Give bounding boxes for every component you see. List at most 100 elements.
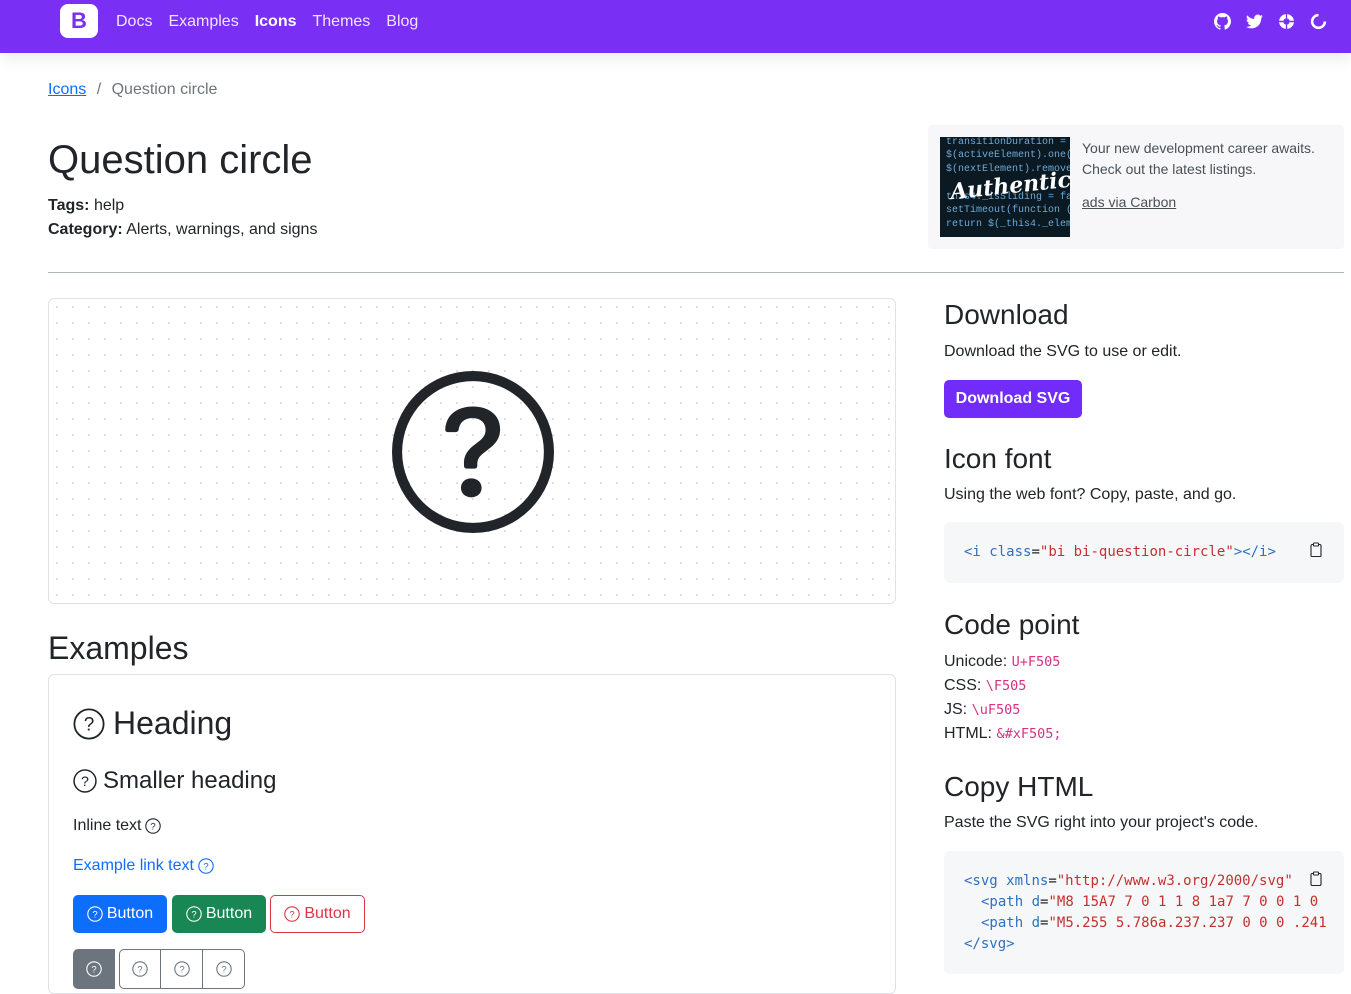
bootstrap-logo[interactable]: B <box>60 4 98 38</box>
copy-html-snippet: <svg xmlns="http://www.w3.org/2000/svg" … <box>944 851 1344 974</box>
example-heading-text: Heading <box>113 705 233 741</box>
copy-html-title: Copy HTML <box>944 771 1094 802</box>
category-value: Alerts, warnings, and signs <box>126 221 318 238</box>
question-circle-icon: ? <box>186 906 202 922</box>
download-svg-button[interactable]: Download SVG <box>944 380 1082 418</box>
ad-code-line: transitionDuration = Uti <box>946 137 1070 148</box>
svg-text:?: ? <box>191 910 196 921</box>
question-circle-icon: ? <box>86 961 102 977</box>
button-group-item[interactable]: ? <box>161 949 203 989</box>
clipboard-icon[interactable] <box>1308 871 1324 887</box>
example-smaller-heading: ? Smaller heading <box>73 767 276 795</box>
clipboard-icon[interactable] <box>1308 542 1324 558</box>
question-circle-icon: ? <box>132 961 148 977</box>
download-desc: Download the SVG to use or edit. <box>944 343 1182 360</box>
code-point-js: JS: \uF505 <box>944 698 1020 722</box>
download-title: Download <box>944 299 1069 330</box>
question-circle-icon: ? <box>145 818 162 834</box>
ad-code-line: $(activeElement).one(Util.TR <box>946 150 1070 161</box>
css-value: \F505 <box>985 678 1027 694</box>
code-tag-close: ></i> <box>1233 544 1276 560</box>
svg-text:?: ? <box>81 774 89 790</box>
svg-text:?: ? <box>290 910 295 921</box>
nav-themes[interactable]: Themes <box>313 12 371 32</box>
code-attr: xmlns <box>1006 873 1049 889</box>
svg-code-line[interactable]: <svg xmlns="http://www.w3.org/2000/svg" <box>964 871 1293 892</box>
svg-text:?: ? <box>221 965 226 976</box>
svg-code-line[interactable]: </svg> <box>964 934 1015 955</box>
nav-blog[interactable]: Blog <box>386 12 418 32</box>
code-eq: = <box>1031 544 1040 560</box>
code-point-unicode: Unicode: U+F505 <box>944 650 1060 674</box>
ad-code-line: setTimeout(function () { <box>946 205 1070 216</box>
unicode-label: Unicode: <box>944 653 1008 670</box>
category-label: Category: <box>48 221 123 238</box>
breadcrumb-current: Question circle <box>111 81 218 98</box>
code-attr: d <box>1031 894 1041 910</box>
primary-button[interactable]: ? Button <box>73 895 167 933</box>
nav-examples[interactable]: Examples <box>168 12 238 32</box>
button-label: Button <box>304 905 351 922</box>
icon-meta: Tags: help Category: Alerts, warnings, a… <box>48 194 317 242</box>
button-label: Button <box>205 905 253 922</box>
code-point-html: HTML: &#xF505; <box>944 722 1061 746</box>
code-tag: <path <box>981 894 1024 910</box>
code-tag: <svg <box>964 873 998 889</box>
success-button[interactable]: ? Button <box>172 895 266 933</box>
code-attr: class <box>989 544 1032 560</box>
svg-text:?: ? <box>137 965 142 976</box>
button-group-item[interactable]: ? <box>119 949 161 989</box>
ad-code-line: return $(_this4._element <box>946 219 1070 230</box>
carbon-ad-image[interactable]: transitionDuration = Uti $(activeElement… <box>940 137 1070 237</box>
js-value: \uF505 <box>971 702 1021 718</box>
question-circle-icon: ? <box>73 769 97 793</box>
svg-code-line[interactable]: <path d="M5.255 5.786a.237.237 0 0 0 .24… <box>981 913 1327 934</box>
circle-loading-icon[interactable] <box>1309 12 1327 30</box>
nav-docs[interactable]: Docs <box>116 12 152 32</box>
question-circle-icon <box>392 371 554 533</box>
code-attr: d <box>1031 915 1041 931</box>
github-icon[interactable] <box>1213 12 1231 30</box>
code-tag: <path <box>981 915 1024 931</box>
ads-via-carbon-link[interactable]: ads via Carbon <box>1082 194 1176 210</box>
icon-font-title: Icon font <box>944 443 1052 474</box>
twitter-icon[interactable] <box>1245 12 1263 30</box>
icon-font-code[interactable]: <i class="bi bi-question-circle"></i> <box>964 542 1276 563</box>
carbon-ad-text[interactable]: Your new development career awaits. Chec… <box>1082 138 1332 180</box>
breadcrumb-separator: / <box>96 81 102 98</box>
carbon-ad: transitionDuration = Uti $(activeElement… <box>928 125 1344 249</box>
nav-icons[interactable]: Icons <box>255 12 297 32</box>
question-circle-icon: ? <box>173 961 190 977</box>
icon-preview <box>48 298 896 604</box>
outline-danger-button[interactable]: ? Button <box>270 895 365 933</box>
button-group-item[interactable]: ? <box>203 949 245 989</box>
example-inline-text: Inline text ? <box>73 817 162 835</box>
top-navbar: B Docs Examples Icons Themes Blog <box>0 0 1351 53</box>
example-link-text[interactable]: Example link text <box>73 857 194 875</box>
code-string: "M5.255 5.786a.237.237 0 0 0 .241 <box>1048 915 1327 931</box>
question-circle-icon: ? <box>284 906 301 922</box>
main-nav: Docs Examples Icons Themes Blog <box>116 12 418 32</box>
code-point-css: CSS: \F505 <box>944 674 1026 698</box>
tags-value: help <box>93 197 125 214</box>
social-links <box>1213 12 1327 30</box>
question-circle-icon: ? <box>215 961 232 977</box>
icon-font-desc: Using the web font? Copy, paste, and go. <box>944 486 1237 503</box>
svg-text:?: ? <box>91 965 96 976</box>
breadcrumb-icons-link[interactable]: Icons <box>48 81 86 98</box>
svg-text:?: ? <box>92 910 97 921</box>
svg-text:?: ? <box>203 862 208 873</box>
example-smaller-heading-text: Smaller heading <box>103 767 277 794</box>
svg-code-line[interactable]: <path d="M8 15A7 7 0 1 1 8 1a7 7 0 0 1 0 <box>981 892 1318 913</box>
example-link[interactable]: Example link text ? <box>73 857 214 875</box>
svg-text:?: ? <box>84 714 95 735</box>
tags-label: Tags: <box>48 197 90 214</box>
code-tag: <i <box>964 544 981 560</box>
open-collective-icon[interactable] <box>1277 12 1295 30</box>
css-label: CSS: <box>944 677 982 694</box>
svg-text:?: ? <box>179 965 184 976</box>
examples-title: Examples <box>48 630 189 666</box>
button-group-item-active[interactable]: ? <box>73 949 115 989</box>
inline-text: Inline text <box>73 817 142 834</box>
question-circle-icon: ? <box>87 906 103 922</box>
